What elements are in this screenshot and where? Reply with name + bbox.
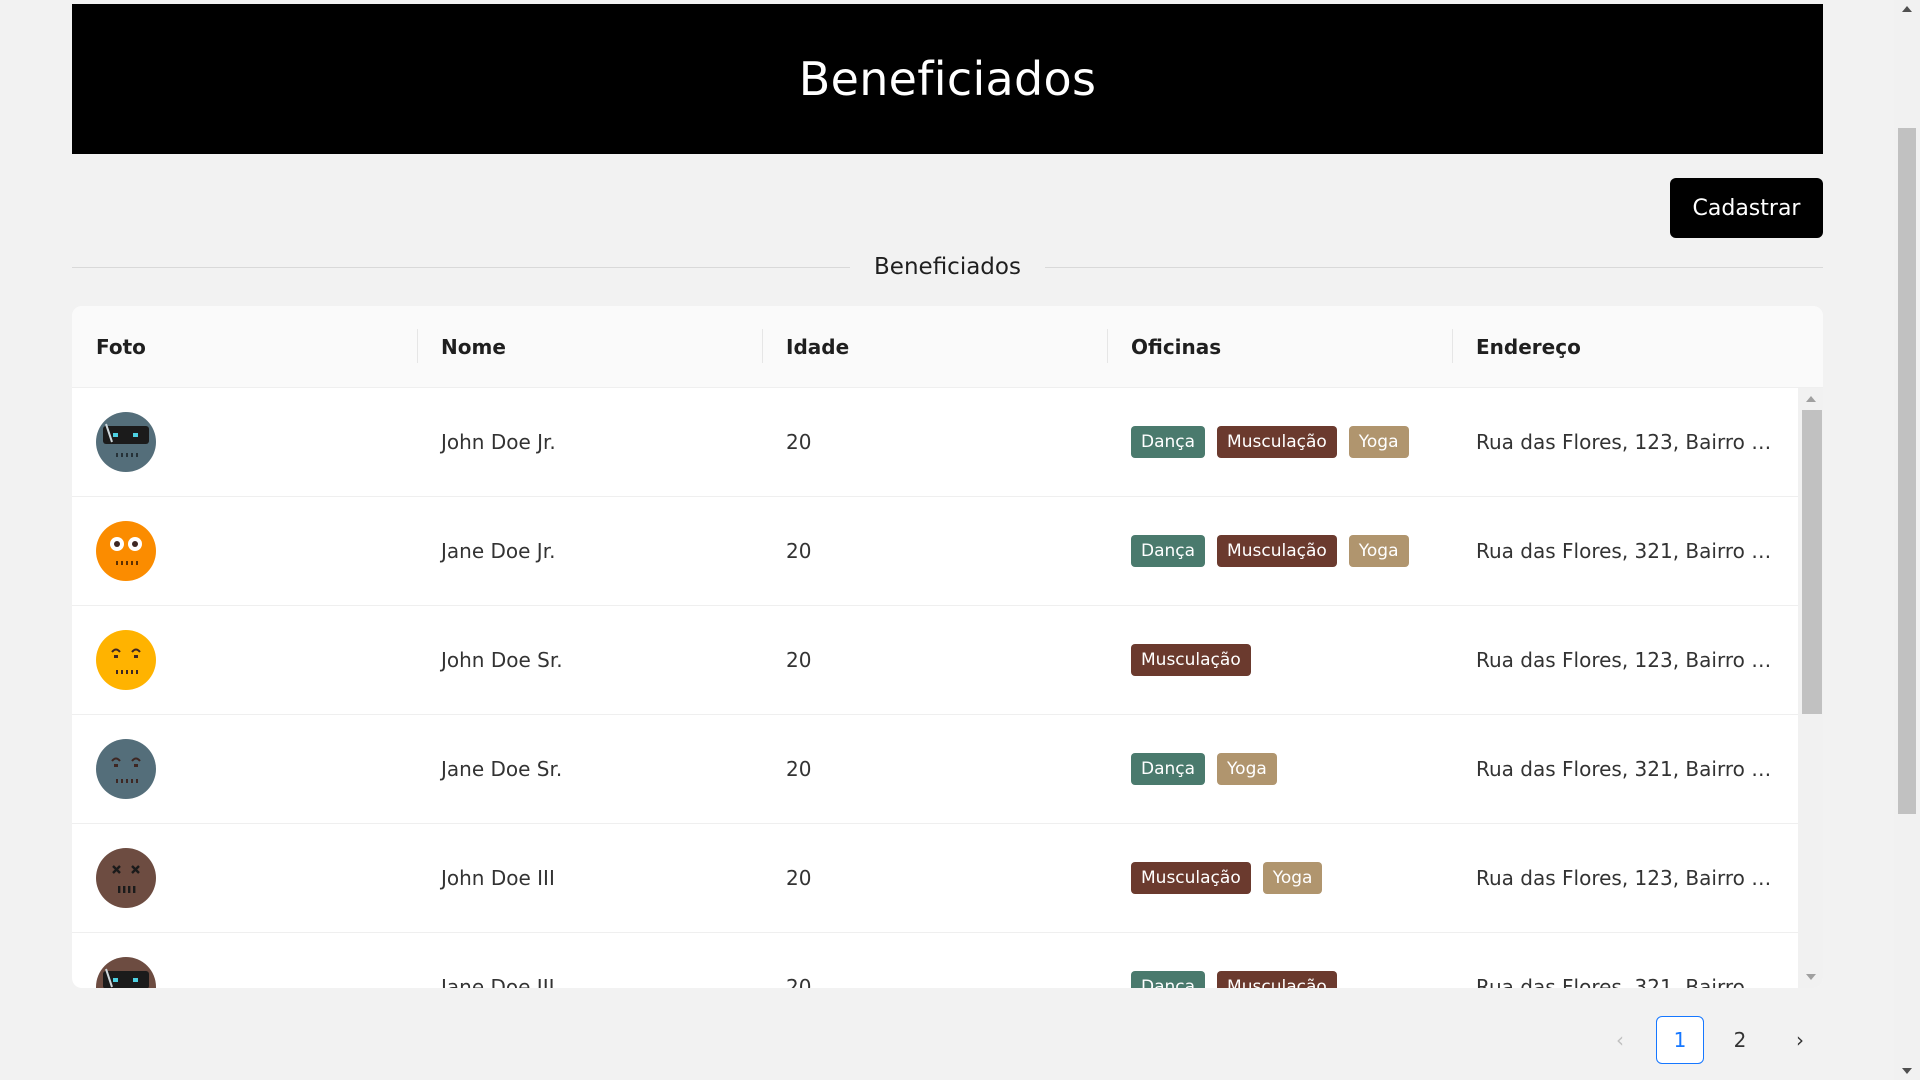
- workshop-tag: Musculação: [1217, 535, 1337, 567]
- cell-idade: 20: [786, 648, 812, 672]
- cell-endereco: Rua das Flores, 123, Bairro das...: [1476, 648, 1797, 672]
- cell-idade: 20: [786, 866, 812, 890]
- scroll-down-arrow-icon[interactable]: [1902, 1068, 1912, 1074]
- workshop-tag: Yoga: [1217, 753, 1277, 785]
- workshop-tag: Yoga: [1348, 426, 1409, 458]
- workshop-tag: Musculação: [1217, 426, 1337, 458]
- cell-nome: John Doe Jr.: [441, 430, 556, 454]
- table-row[interactable]: Jane Doe III 20 Dança Musculação Rua das Flo…: [72, 933, 1798, 988]
- workshop-tag: Dança: [1131, 426, 1206, 458]
- prev-page-button[interactable]: ‹: [1596, 1016, 1644, 1064]
- robot-face-icon: [96, 412, 156, 472]
- dizzy-face-icon: [96, 848, 156, 908]
- table-row[interactable]: John Doe III 20 Musculação Yoga Rua das Flor…: [72, 824, 1798, 933]
- table-row[interactable]: Jane Doe Sr. 20 Dança Yoga Rua das Flores, 3…: [72, 715, 1798, 824]
- page-container: Beneficiados Cadastrar Beneficiados Foto…: [72, 4, 1823, 988]
- beneficiaries-table: Foto Nome Idade Oficinas Endereço John D…: [72, 306, 1823, 988]
- table-body-viewport[interactable]: John Doe Jr. 20 Dança Musculação Yoga Rua das…: [72, 388, 1823, 988]
- table-body: John Doe Jr. 20 Dança Musculação Yoga Rua das…: [72, 388, 1798, 988]
- cell-foto: [72, 521, 417, 581]
- cell-oficinas: Dança Musculação Yoga: [1107, 426, 1452, 458]
- table-scroll-up-icon[interactable]: [1806, 396, 1816, 402]
- workshop-tag: Yoga: [1348, 535, 1409, 567]
- table-row[interactable]: John Doe Jr. 20 Dança Musculação Yoga Rua das…: [72, 388, 1798, 497]
- cell-oficinas: Dança Musculação Yoga: [1107, 535, 1452, 567]
- divider-line-right: [1044, 266, 1823, 268]
- cell-nome: Jane Doe III: [441, 975, 555, 988]
- cell-oficinas: Dança Yoga: [1107, 753, 1452, 785]
- cell-foto: [72, 739, 417, 799]
- workshop-tag: Dança: [1131, 753, 1206, 785]
- workshop-tag: Yoga: [1262, 862, 1323, 894]
- table-scroll-down-icon[interactable]: [1806, 974, 1816, 980]
- column-header-oficinas: Oficinas: [1107, 328, 1452, 363]
- page-title: Beneficiados: [798, 52, 1097, 106]
- column-header-foto: Foto: [96, 334, 146, 359]
- cell-oficinas: Dança Musculação: [1107, 971, 1452, 988]
- cell-nome: Jane Doe Sr.: [441, 757, 563, 781]
- surprised-face-icon: [96, 521, 156, 581]
- cell-nome: John Doe III: [441, 866, 555, 890]
- column-header-endereco: Endereço: [1452, 328, 1797, 363]
- table-row[interactable]: Jane Doe Jr. 20 Dança Musculação Yoga Rua das…: [72, 497, 1798, 606]
- cell-oficinas: Musculação Yoga: [1107, 862, 1452, 894]
- column-header-idade: Idade: [762, 328, 1107, 363]
- cell-foto: [72, 630, 417, 690]
- cell-foto: [72, 957, 417, 988]
- workshop-tag: Dança: [1131, 535, 1206, 567]
- pagination: ‹ 1 2 ›: [1596, 1016, 1824, 1064]
- table-header: Foto Nome Idade Oficinas Endereço: [72, 306, 1823, 388]
- workshop-tags: Dança Musculação Yoga: [1131, 426, 1452, 458]
- cell-idade: 20: [786, 430, 812, 454]
- workshop-tag: Musculação: [1131, 644, 1251, 676]
- table-scrollbar-thumb[interactable]: [1802, 410, 1822, 714]
- cell-nome: Jane Doe Jr.: [441, 539, 556, 563]
- next-page-button[interactable]: ›: [1776, 1016, 1824, 1064]
- scroll-up-arrow-icon[interactable]: [1902, 6, 1912, 12]
- hero-banner: Beneficiados: [72, 4, 1823, 154]
- cell-foto: [72, 848, 417, 908]
- cell-idade: 20: [786, 757, 812, 781]
- actions-bar: Cadastrar: [72, 178, 1823, 238]
- workshop-tags: Musculação: [1131, 644, 1452, 676]
- section-title: Beneficiados: [874, 254, 1021, 280]
- robot-face-icon: [96, 957, 156, 988]
- page-scrollbar[interactable]: [1894, 0, 1920, 1080]
- cell-endereco: Rua das Flores, 123, Bairro das...: [1476, 866, 1797, 890]
- grimace-face-icon: [96, 630, 156, 690]
- workshop-tags: Dança Musculação: [1131, 971, 1452, 988]
- grimace-face-icon: [96, 739, 156, 799]
- cell-nome: John Doe Sr.: [441, 648, 563, 672]
- section-divider: Beneficiados: [72, 244, 1823, 290]
- column-header-nome: Nome: [417, 328, 762, 363]
- workshop-tag: Musculação: [1217, 971, 1337, 988]
- cell-idade: 20: [786, 539, 812, 563]
- cell-endereco: Rua das Flores, 321, Bairro das...: [1476, 975, 1797, 988]
- workshop-tags: Musculação Yoga: [1131, 862, 1452, 894]
- cell-endereco: Rua das Flores, 321, Bairro das...: [1476, 757, 1797, 781]
- divider-line-left: [72, 266, 851, 268]
- cell-endereco: Rua das Flores, 321, Bairro das...: [1476, 539, 1797, 563]
- workshop-tag: Musculação: [1131, 862, 1251, 894]
- workshop-tags: Dança Musculação Yoga: [1131, 535, 1452, 567]
- cell-foto: [72, 412, 417, 472]
- page-scrollbar-thumb[interactable]: [1898, 128, 1916, 814]
- page-2-button[interactable]: 2: [1716, 1016, 1764, 1064]
- page-1-button[interactable]: 1: [1656, 1016, 1704, 1064]
- register-button[interactable]: Cadastrar: [1670, 178, 1823, 238]
- cell-oficinas: Musculação: [1107, 644, 1452, 676]
- workshop-tag: Dança: [1131, 971, 1206, 988]
- workshop-tags: Dança Yoga: [1131, 753, 1452, 785]
- table-scrollbar[interactable]: [1798, 388, 1823, 988]
- cell-idade: 20: [786, 975, 812, 988]
- cell-endereco: Rua das Flores, 123, Bairro das...: [1476, 430, 1797, 454]
- table-row[interactable]: John Doe Sr. 20 Musculação Rua das Flores, …: [72, 606, 1798, 715]
